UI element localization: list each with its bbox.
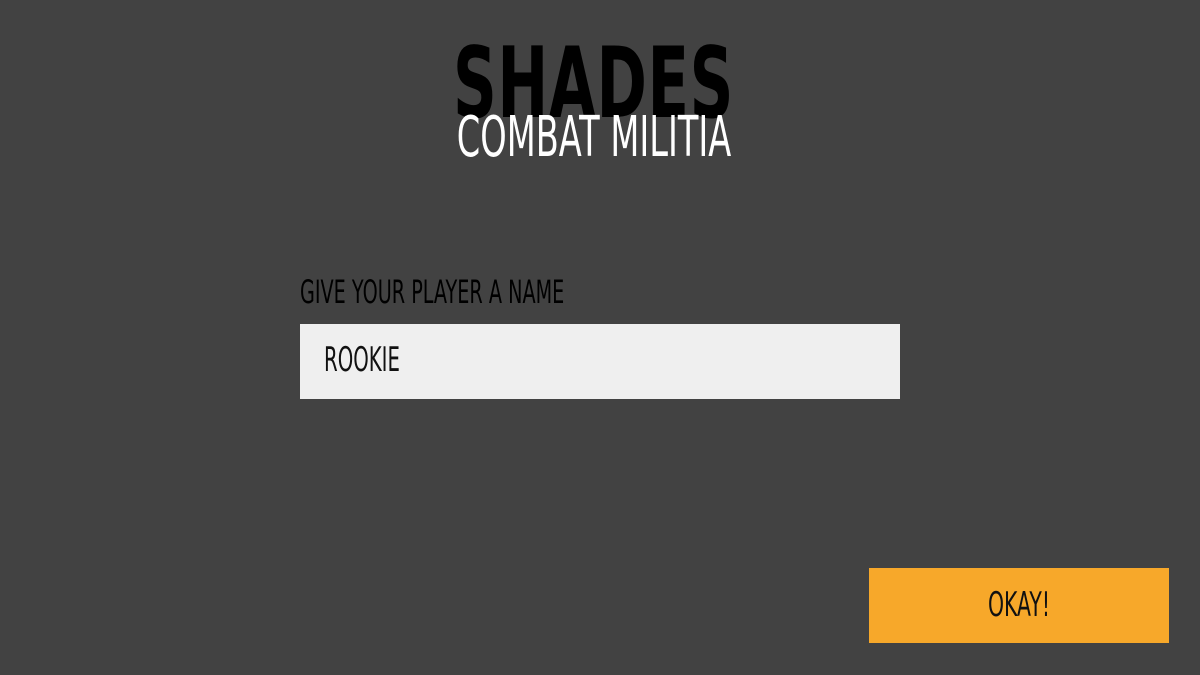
player-name-label: GIVE YOUR PLAYER A NAME (300, 273, 565, 311)
game-logo: SHADES COMBAT MILITIA (380, 35, 764, 175)
logo-subtitle: COMBAT MILITIA (456, 105, 732, 170)
player-name-input[interactable]: ROOKIE (300, 324, 900, 399)
player-name-value: ROOKIE (324, 340, 400, 380)
okay-button-label: OKAY! (987, 585, 1051, 625)
okay-button[interactable]: OKAY! (869, 568, 1169, 643)
